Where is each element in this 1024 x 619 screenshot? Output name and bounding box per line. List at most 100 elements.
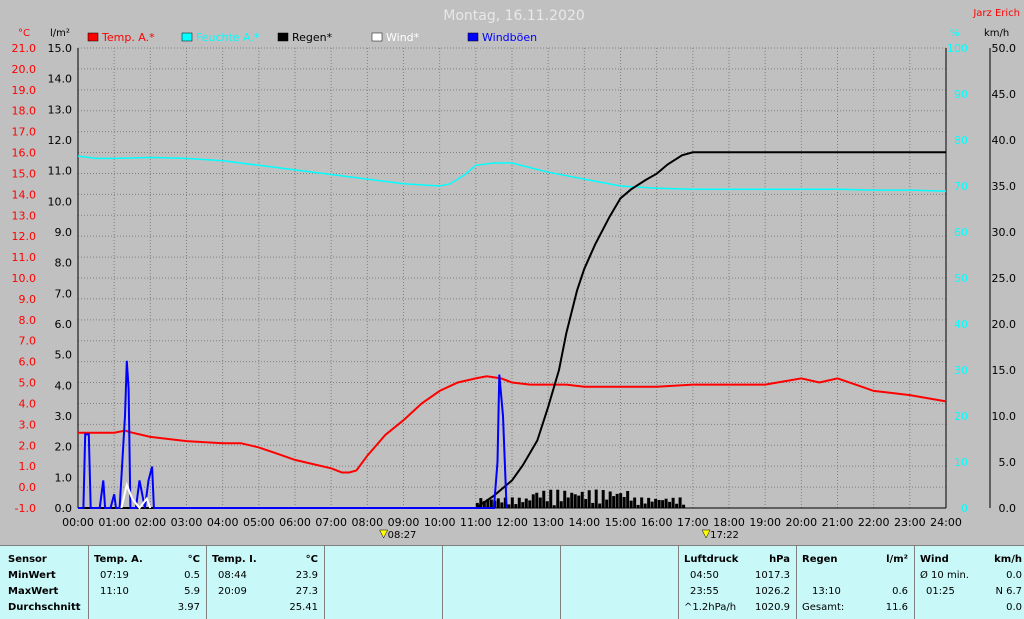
temp-i-min-time: 08:44 (218, 570, 247, 581)
hum-tick-label: 30 (954, 364, 968, 377)
max-row-label: MaxWert (8, 586, 59, 597)
wind-tick-label: 10.0 (992, 410, 1017, 423)
temp-tick-label: 11.0 (12, 251, 37, 264)
x-tick-label: 06:00 (279, 516, 311, 529)
rain-bar (489, 499, 493, 508)
rain-tick-label: 0.0 (55, 502, 73, 515)
wind-avg10-label: Ø 10 min. (920, 570, 969, 581)
rain-tick-label: 8.0 (55, 257, 73, 270)
temp-tick-label: -1.0 (15, 502, 36, 515)
temp-a-max-time: 11:10 (100, 586, 129, 597)
legend-label: Wind* (386, 31, 420, 44)
min-row-label: MinWert (8, 570, 56, 581)
temp-tick-label: 13.0 (12, 209, 37, 222)
temp-i-avg: 25.41 (289, 602, 318, 613)
stats-table: Sensor MinWert MaxWert Durchschnitt Temp… (0, 545, 1024, 619)
rain-bar (584, 499, 588, 508)
hum-tick-label: 60 (954, 226, 968, 239)
rain-bar (573, 494, 577, 508)
wind-tick-label: 45.0 (992, 88, 1017, 101)
col-sensor: Sensor MinWert MaxWert Durchschnitt (0, 546, 89, 619)
temp-unit-label: °C (18, 28, 30, 39)
rain-bar (556, 489, 560, 508)
rain-bar (654, 498, 658, 508)
temp-tick-label: 16.0 (12, 147, 37, 160)
legend-swatch (467, 32, 479, 42)
rain-bar (594, 489, 598, 508)
rain-tick-label: 4.0 (55, 379, 73, 392)
rain-bar (629, 500, 633, 508)
rain-bar (612, 496, 616, 508)
avg-row-label: Durchschnitt (8, 602, 81, 613)
temp-tick-label: 1.0 (19, 460, 37, 473)
rain-bar (636, 504, 640, 508)
rain-bar (510, 497, 514, 508)
temp-tick-label: 3.0 (19, 418, 37, 431)
legend-label: Windböen (482, 31, 537, 44)
legend-swatch (277, 32, 289, 42)
rain-tick-label: 14.0 (48, 73, 73, 86)
rain-bar (524, 498, 528, 508)
wind-tick-label: 15.0 (992, 364, 1017, 377)
x-tick-label: 13:00 (532, 516, 564, 529)
chart-title: Montag, 16.11.2020 (443, 8, 585, 24)
x-tick-label: 22:00 (858, 516, 890, 529)
rain-bar (647, 497, 651, 508)
rain-bar (500, 502, 504, 508)
x-tick-label: 10:00 (424, 516, 456, 529)
temp-i-min: 23.9 (295, 570, 318, 581)
rain-max-time: 13:10 (812, 586, 841, 597)
temp-tick-label: 19.0 (12, 84, 37, 97)
temp-tick-label: 9.0 (19, 293, 37, 306)
temp-tick-label: 10.0 (12, 272, 37, 285)
x-tick-label: 04:00 (207, 516, 239, 529)
x-tick-label: 19:00 (749, 516, 781, 529)
rain-bar (552, 505, 556, 508)
rain-bar (671, 497, 675, 508)
sunrise-icon (379, 529, 389, 539)
temp-a-min: 0.5 (184, 570, 200, 581)
x-tick-label: 12:00 (496, 516, 528, 529)
temp-i-max: 27.3 (295, 586, 318, 597)
temp-tick-label: 4.0 (19, 397, 37, 410)
rain-tick-label: 12.0 (48, 134, 73, 147)
rain-bar (545, 501, 549, 508)
rain-bar (633, 497, 637, 508)
col-empty-2 (442, 546, 561, 619)
pressure-max: 1026.2 (755, 586, 790, 597)
sun-markers: 08:27 17:22 (379, 529, 739, 541)
x-tick-label: 17:00 (677, 516, 709, 529)
wind-tick-label: 30.0 (992, 226, 1017, 239)
x-tick-label: 24:00 (930, 516, 962, 529)
col-empty-1 (324, 546, 443, 619)
rain-bar (580, 491, 584, 508)
wind-tick-label: 20.0 (992, 318, 1017, 331)
x-tick-label: 09:00 (388, 516, 420, 529)
x-tick-label: 15:00 (605, 516, 637, 529)
temp-a-max: 5.9 (184, 586, 200, 597)
col-pressure: Luftdruck hPa 04:50 1017.3 23:55 1026.2 … (678, 546, 797, 619)
rain-bar (608, 491, 612, 508)
legend-label: Regen* (292, 31, 333, 44)
pressure-max-time: 23:55 (690, 586, 719, 597)
col-temp-a: Temp. A. °C 07:19 0.5 11:10 5.9 3.97 (88, 546, 207, 619)
hum-unit-label: % (950, 28, 960, 39)
rain-tick-label: 10.0 (48, 195, 73, 208)
rain-total: 11.6 (885, 602, 908, 613)
temp-a-avg: 3.97 (177, 602, 200, 613)
rain-bar (643, 503, 647, 508)
wind-unit-label: km/h (984, 28, 1009, 39)
temp-tick-label: 15.0 (12, 167, 37, 180)
rain-header: Regen (802, 554, 838, 565)
pressure-min-time: 04:50 (690, 570, 719, 581)
temp-tick-label: 20.0 (12, 63, 37, 76)
rain-tick-label: 6.0 (55, 318, 73, 331)
rain-bar (542, 490, 546, 508)
legend: Temp. A.* Feuchte A.* Regen* Wind* Windböen (87, 31, 537, 44)
hum-tick-label: 10 (954, 456, 968, 469)
legend-label: Feuchte A.* (196, 31, 260, 44)
rain-bar (640, 497, 644, 508)
rain-max: 0.6 (892, 586, 908, 597)
rain-bar (591, 502, 595, 508)
hum-tick-label: 40 (954, 318, 968, 331)
